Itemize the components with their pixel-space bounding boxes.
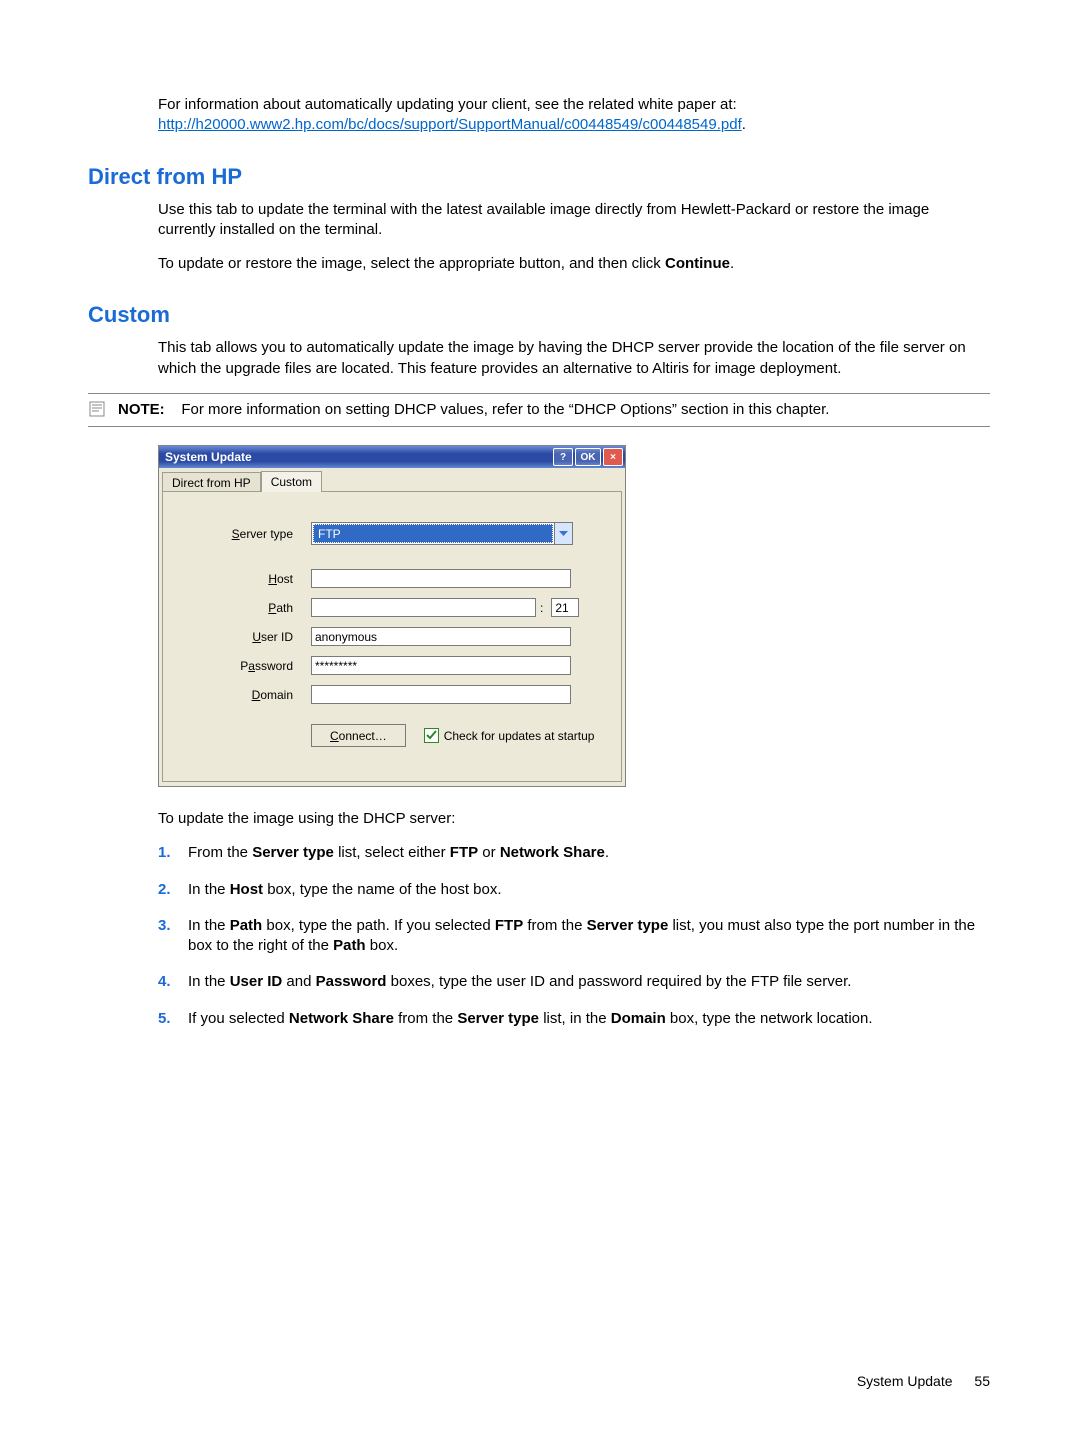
close-button[interactable]: × (603, 448, 623, 466)
footer-label: System Update (857, 1373, 953, 1389)
label-server-type: Server type (173, 527, 311, 541)
label-host: Host (173, 572, 311, 586)
steps-list: From the Server type list, select either… (158, 843, 990, 1029)
ok-button[interactable]: OK (575, 448, 601, 466)
check-updates-checkbox[interactable]: Check for updates at startup (424, 728, 595, 743)
connect-button[interactable]: Connect… (311, 724, 406, 747)
dhcp-intro: To update the image using the DHCP serve… (158, 809, 990, 829)
step-1: From the Server type list, select either… (158, 843, 990, 863)
tab-custom[interactable]: Custom (261, 471, 322, 492)
check-updates-label: Check for updates at startup (444, 729, 595, 743)
note-callout: NOTE: For more information on setting DH… (88, 393, 990, 427)
tab-direct-from-hp[interactable]: Direct from HP (162, 472, 261, 493)
page-number: 55 (974, 1373, 990, 1389)
help-button[interactable]: ? (553, 448, 573, 466)
step-5: If you selected Network Share from the S… (158, 1009, 990, 1029)
server-type-select[interactable]: FTP (311, 522, 573, 545)
step-2: In the Host box, type the name of the ho… (158, 880, 990, 900)
direct-desc-1: Use this tab to update the terminal with… (158, 200, 990, 241)
heading-direct-from-hp: Direct from HP (88, 164, 990, 190)
checkmark-icon (424, 728, 439, 743)
heading-custom: Custom (88, 302, 990, 328)
path-input[interactable] (311, 598, 536, 617)
intro-paragraph: For information about automatically upda… (158, 95, 990, 136)
window-title: System Update (165, 450, 551, 464)
note-label: NOTE: (118, 401, 165, 418)
note-icon (88, 400, 112, 418)
whitepaper-link[interactable]: http://h20000.www2.hp.com/bc/docs/suppor… (158, 116, 742, 133)
label-user-id: User ID (173, 630, 311, 644)
port-separator: : (540, 601, 543, 615)
system-update-dialog: System Update ? OK × Direct from HP Cust… (158, 445, 626, 787)
port-input[interactable] (551, 598, 579, 617)
step-4: In the User ID and Password boxes, type … (158, 972, 990, 992)
host-input[interactable] (311, 569, 571, 588)
password-input[interactable] (311, 656, 571, 675)
note-text: For more information on setting DHCP val… (181, 401, 829, 418)
domain-input[interactable] (311, 685, 571, 704)
step-3: In the Path box, type the path. If you s… (158, 916, 990, 957)
user-id-input[interactable] (311, 627, 571, 646)
chevron-down-icon[interactable] (554, 523, 572, 544)
label-password: Password (173, 659, 311, 673)
direct-desc-2: To update or restore the image, select t… (158, 254, 990, 274)
custom-desc: This tab allows you to automatically upd… (158, 338, 990, 379)
page-footer: System Update 55 (857, 1373, 990, 1389)
label-domain: Domain (173, 688, 311, 702)
label-path: Path (173, 601, 311, 615)
titlebar: System Update ? OK × (159, 446, 625, 468)
